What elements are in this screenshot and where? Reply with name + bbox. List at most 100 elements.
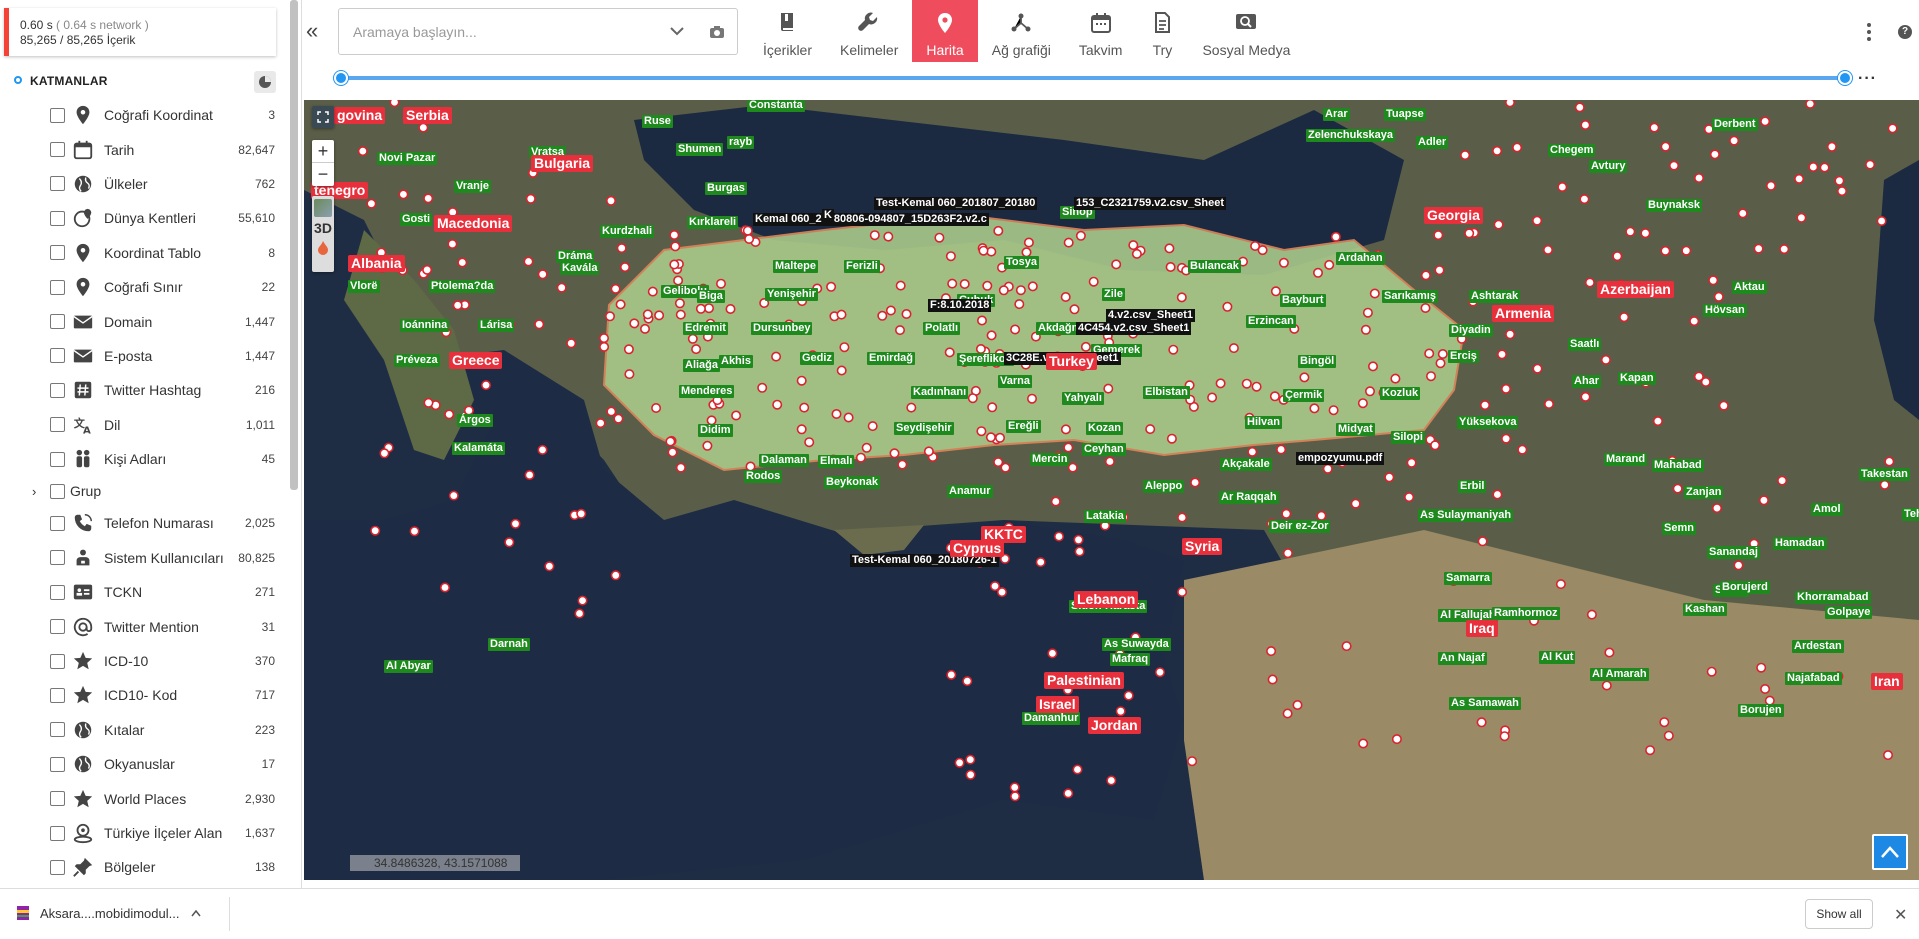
layer-checkbox[interactable] (50, 245, 65, 261)
city-label[interactable]: Takestan (1859, 468, 1910, 481)
city-label[interactable]: Didim (698, 424, 733, 437)
map-marker[interactable] (595, 418, 606, 429)
map-marker[interactable] (1660, 245, 1671, 256)
layer-checkbox[interactable] (50, 176, 65, 192)
map-marker[interactable] (1282, 548, 1293, 559)
country-label[interactable]: Georgia (1424, 207, 1483, 224)
map-marker[interactable] (1023, 237, 1034, 248)
city-label[interactable]: Kavála (560, 262, 600, 275)
map-marker[interactable] (481, 380, 492, 391)
city-label[interactable]: Saatlı (1568, 338, 1602, 351)
city-label[interactable]: Mercin (1030, 453, 1070, 466)
city-label[interactable]: Al Amarah (1590, 668, 1649, 681)
map-marker[interactable] (1420, 270, 1431, 281)
map-marker[interactable] (556, 282, 567, 293)
map-marker[interactable] (877, 310, 888, 321)
layer-checkbox[interactable] (50, 859, 65, 875)
map-marker[interactable] (1014, 299, 1025, 310)
map-marker[interactable] (510, 518, 521, 529)
map-marker[interactable] (715, 278, 726, 289)
map-marker[interactable] (1640, 228, 1651, 239)
layer-checkbox[interactable] (50, 791, 65, 807)
help-icon[interactable]: ? (1898, 25, 1912, 39)
map-marker[interactable] (357, 146, 368, 157)
map-marker[interactable] (667, 447, 678, 458)
map-marker[interactable] (566, 338, 577, 349)
map-marker[interactable] (537, 269, 548, 280)
city-label[interactable]: Chegem (1548, 144, 1596, 157)
map-marker[interactable] (1693, 371, 1704, 382)
country-label[interactable]: Syria (1182, 538, 1223, 555)
city-label[interactable]: Kashan (1683, 603, 1727, 616)
tab-harita[interactable]: Harita (912, 0, 978, 62)
zoom-in-button[interactable]: + (312, 140, 334, 163)
layer-item[interactable]: › Grup (0, 476, 290, 506)
map-marker[interactable] (1312, 267, 1323, 278)
tab-takvim[interactable]: Takvim (1065, 0, 1137, 62)
map-marker[interactable] (695, 303, 706, 314)
layer-item[interactable]: Kıtalar 223 (0, 713, 290, 747)
country-label[interactable]: Macedonia (434, 215, 513, 232)
map-marker[interactable] (885, 305, 896, 316)
map-marker[interactable] (1619, 312, 1630, 323)
city-label[interactable]: Bulancak (1188, 260, 1241, 273)
slider-start-handle[interactable] (334, 71, 348, 85)
zoom-out-button[interactable]: − (312, 163, 334, 186)
more-vert-icon[interactable] (1866, 22, 1872, 42)
map-marker[interactable] (1760, 683, 1771, 694)
country-label[interactable]: Armenia (1492, 305, 1555, 322)
city-label[interactable]: Shumen (676, 143, 724, 156)
map-marker[interactable] (744, 234, 755, 245)
map-marker[interactable] (993, 457, 1004, 468)
map-marker[interactable] (967, 393, 978, 404)
country-label[interactable]: Serbia (403, 107, 452, 124)
map-marker[interactable] (1424, 348, 1435, 359)
city-label[interactable]: Biga (697, 290, 725, 303)
map-marker[interactable] (1177, 586, 1188, 597)
city-label[interactable]: Golpaye (1825, 606, 1873, 619)
layer-item[interactable]: Ülkeler 762 (0, 167, 290, 201)
map-marker[interactable] (1365, 386, 1376, 397)
layer-checkbox[interactable] (50, 314, 65, 330)
city-label[interactable]: As Suwayda (1102, 638, 1171, 651)
map-marker[interactable] (826, 281, 837, 292)
map-marker[interactable] (654, 310, 665, 321)
map-marker[interactable] (1766, 180, 1777, 191)
tab-try[interactable]: Try (1136, 0, 1188, 62)
map-marker[interactable] (1435, 358, 1446, 369)
map-marker[interactable] (1257, 245, 1268, 256)
map-marker[interactable] (615, 299, 626, 310)
map-marker[interactable] (934, 232, 945, 243)
city-label[interactable]: Zile (1102, 288, 1125, 301)
search-input[interactable] (353, 21, 653, 43)
map-marker[interactable] (669, 259, 680, 270)
city-label[interactable]: Vlorë (348, 280, 380, 293)
map-marker[interactable] (1580, 119, 1591, 130)
map-marker[interactable] (982, 280, 993, 291)
map-marker[interactable] (1164, 243, 1175, 254)
city-label[interactable]: Bingöl (1298, 355, 1337, 368)
map-marker[interactable] (894, 325, 905, 336)
country-label[interactable]: govina (334, 107, 386, 124)
city-label[interactable]: Erbil (1458, 480, 1487, 493)
city-label[interactable]: Ruse (642, 115, 673, 128)
map-marker[interactable] (577, 595, 588, 606)
collapse-sidebar-button[interactable]: « (306, 18, 328, 44)
map-marker[interactable] (1281, 508, 1292, 519)
map-marker[interactable] (1557, 182, 1568, 193)
show-all-button[interactable]: Show all (1805, 899, 1873, 929)
layer-checkbox[interactable] (50, 756, 65, 772)
layer-checkbox[interactable] (50, 550, 65, 566)
map-marker[interactable] (1278, 257, 1289, 268)
map-marker[interactable] (1026, 393, 1037, 404)
city-label[interactable]: Polatlı (923, 322, 961, 335)
map-marker[interactable] (1879, 479, 1890, 490)
sidebar-scrollbar[interactable] (290, 0, 298, 490)
map-marker[interactable] (1493, 219, 1504, 230)
map-marker[interactable] (1000, 462, 1011, 473)
map-marker[interactable] (675, 309, 686, 320)
map-marker[interactable] (959, 279, 970, 290)
map-marker[interactable] (1663, 730, 1674, 741)
city-label[interactable]: Kurdzhali (600, 225, 655, 238)
city-label[interactable]: Deir ez-Zor (1269, 520, 1331, 533)
